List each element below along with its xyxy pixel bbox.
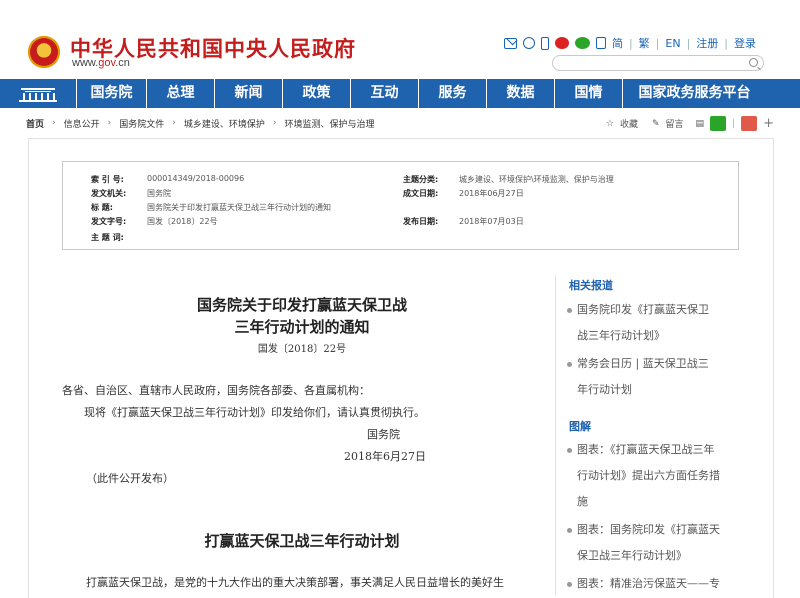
nav-item-state-council[interactable]: 国务院 [76, 79, 146, 108]
issuer-label: 发文机关: [91, 189, 127, 198]
weibo-share-icon[interactable] [741, 116, 758, 131]
nav-item-policy[interactable]: 政策 [282, 79, 350, 108]
publish-date-label: 发布日期: [403, 217, 439, 226]
wechat-share-icon[interactable] [710, 116, 727, 131]
divider: | [724, 36, 728, 50]
lang-traditional-link[interactable]: 繁 [639, 35, 650, 51]
issuer-value: 国务院 [147, 189, 171, 198]
title-label: 标 题: [91, 203, 113, 212]
lang-simplified-link[interactable]: 简 [612, 35, 623, 51]
weibo-icon[interactable] [554, 37, 569, 49]
chevron-right-icon: › [107, 118, 112, 128]
article-title-line1: 国务院关于印发打赢蓝天保卫战 [196, 296, 407, 314]
graphic-item[interactable]: 图表：国务院印发《打赢蓝天 保卫战三年行动计划》 [567, 517, 745, 569]
index-value: 000014349/2018-00096 [147, 174, 245, 183]
great-hall-icon[interactable] [0, 79, 76, 108]
national-emblem-icon [28, 36, 60, 68]
article-doc-number: 国发〔2018〕22号 [257, 344, 347, 355]
related-heading: 相关报道 [569, 279, 613, 292]
keywords-label: 主 题 词: [91, 233, 124, 242]
lang-english-link[interactable]: EN [665, 37, 680, 50]
publish-date-value: 2018年07月03日 [459, 217, 524, 226]
chevron-right-icon: › [172, 118, 176, 128]
related-item[interactable]: 国务院印发《打赢蓝天保卫 战三年行动计划》 [567, 297, 745, 349]
nav-item-gov-service-platform[interactable]: 国家政务服务平台 [622, 79, 766, 108]
plan-first-line: 打赢蓝天保卫战，是党的十九大作出的重大决策部署，事关满足人民日益增长的美好生 [86, 576, 504, 589]
search-icon[interactable] [749, 58, 758, 67]
breadcrumb-env-monitoring[interactable]: 环境监测、保护与治理 [285, 117, 375, 130]
main-nav: 国务院 总理 新闻 政策 互动 服务 数据 国情 国家政务服务平台 [0, 79, 800, 108]
mail-icon[interactable] [503, 37, 517, 49]
document-info-table: 索 引 号: 000014349/2018-00096 主题分类: 城乡建设、环境保… [62, 161, 739, 250]
doc-number-label: 发文字号: [91, 217, 127, 226]
title-value: 国务院关于印发打赢蓝天保卫战三年行动计划的通知 [147, 203, 331, 212]
bullet-icon [567, 581, 572, 587]
comment-link[interactable]: 留言 [666, 117, 684, 130]
mobile-icon[interactable] [540, 36, 549, 50]
graphic-item[interactable]: 图表：精准治污保蓝天——专 [567, 571, 745, 597]
share-tools: ☆ 收藏 ✎ 留言 ▤ | + [606, 116, 774, 131]
written-date-label: 成文日期: [403, 189, 439, 198]
breadcrumb-info-public[interactable]: 信息公开 [64, 117, 100, 130]
divider: | [655, 36, 660, 50]
plus-icon[interactable]: + [763, 116, 774, 131]
nav-item-national-info[interactable]: 国情 [554, 79, 622, 108]
chevron-right-icon: › [52, 118, 56, 128]
breadcrumb-home[interactable]: 首页 [26, 117, 44, 130]
plan-title: 打赢蓝天保卫战三年行动计划 [204, 532, 400, 550]
miniprogram-icon[interactable] [595, 37, 606, 49]
article-addressee: 各省、自治区、直辖市人民政府，国务院各部委、各直属机构： [62, 384, 370, 397]
header-tools: 简 | 繁 | EN | 注册 | 登录 [503, 35, 756, 51]
bullet-icon [567, 527, 572, 533]
bullet-icon [567, 361, 572, 367]
site-url: www.gov.cn [72, 57, 130, 69]
graphic-item[interactable]: 图表：《打赢蓝天保卫战三年 行动计划》提出六方面任务措施 [567, 437, 745, 515]
bullet-icon [567, 447, 572, 453]
written-date-value: 2018年06月27日 [459, 189, 524, 198]
wechat-icon[interactable] [574, 37, 590, 49]
browse-icon[interactable] [522, 37, 535, 49]
article-signature: 国务院 [367, 428, 400, 441]
search-input[interactable] [552, 55, 764, 71]
divider: | [628, 36, 633, 50]
divider: | [732, 118, 736, 129]
nav-item-news[interactable]: 新闻 [214, 79, 282, 108]
doc-number-value: 国发〔2018〕22号 [147, 217, 218, 226]
chevron-right-icon: › [272, 118, 277, 128]
article-title-line2: 三年行动计划的通知 [234, 318, 370, 336]
breadcrumb-state-council-docs[interactable]: 国务院文件 [119, 117, 164, 130]
breadcrumb-urban-env[interactable]: 城乡建设、环境保护 [184, 117, 265, 130]
pencil-icon[interactable]: ✎ [652, 119, 660, 129]
favorite-link[interactable]: 收藏 [620, 117, 638, 130]
article-paragraph: 现将《打赢蓝天保卫战三年行动计划》印发给你们，请认真贯彻执行。 [84, 406, 425, 419]
sidebar-divider [555, 275, 556, 595]
subject-label: 主题分类: [403, 175, 439, 184]
print-icon[interactable]: ▤ [696, 119, 705, 129]
login-link[interactable]: 登录 [734, 35, 756, 51]
nav-item-interaction[interactable]: 互动 [350, 79, 418, 108]
subject-value: 城乡建设、环境保护\环境监测、保护与治理 [459, 175, 614, 184]
related-item[interactable]: 常务会日历 | 蓝天保卫战三 年行动计划 [567, 351, 745, 403]
nav-item-data[interactable]: 数据 [486, 79, 554, 108]
index-label: 索 引 号: [91, 175, 124, 184]
bullet-icon [567, 307, 572, 313]
star-icon[interactable]: ☆ [606, 119, 614, 129]
graphic-heading: 图解 [569, 420, 591, 433]
site-header: 中华人民共和国中央人民政府 www.gov.cn 简 | 繁 | EN | 注册 | 登… [0, 0, 800, 78]
nav-item-service[interactable]: 服务 [418, 79, 486, 108]
nav-item-premier[interactable]: 总理 [146, 79, 214, 108]
article-sign-date: 2018年6月27日 [344, 450, 426, 463]
register-link[interactable]: 注册 [696, 35, 718, 51]
divider: | [686, 36, 691, 50]
article-note: （此件公开发布） [86, 472, 174, 485]
